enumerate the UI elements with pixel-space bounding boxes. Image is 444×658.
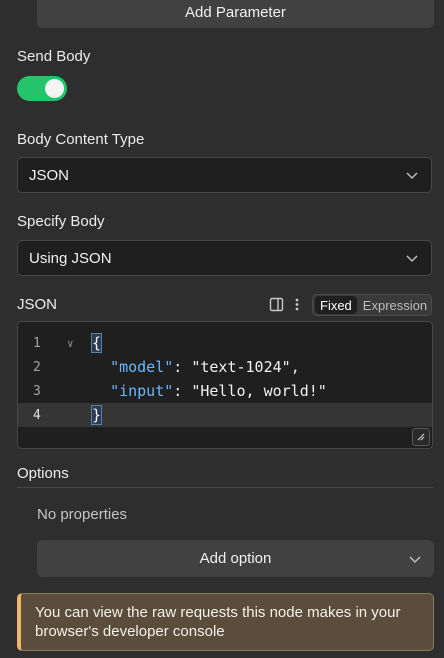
line-number: 1 xyxy=(33,335,41,351)
code-text: "input": "Hello, world!" xyxy=(110,382,327,400)
body-content-type-label: Body Content Type xyxy=(17,131,145,148)
add-option-button[interactable]: Add option xyxy=(37,540,434,577)
body-content-type-value: JSON xyxy=(29,166,70,184)
json-value: "Hello, world!" xyxy=(191,382,327,400)
send-body-label: Send Body xyxy=(17,48,91,65)
toggle-knob xyxy=(45,79,64,98)
chevron-down-icon xyxy=(406,255,418,263)
options-label: Options xyxy=(17,465,69,482)
open-brace: { xyxy=(90,333,103,353)
code-text: } xyxy=(90,405,103,425)
resize-handle-icon[interactable] xyxy=(412,428,430,446)
specify-body-value: Using JSON xyxy=(29,249,112,267)
close-brace: } xyxy=(90,405,103,425)
code-line: 2 "model": "text-1024", xyxy=(18,355,432,379)
options-divider xyxy=(17,487,433,488)
line-number: 4 xyxy=(33,407,41,423)
fold-chevron-icon[interactable]: ∨ xyxy=(67,337,74,350)
add-parameter-label: Add Parameter xyxy=(185,3,286,21)
code-line-active: 4 } xyxy=(18,403,432,427)
json-key: "model" xyxy=(110,358,174,376)
code-line: 3 "input": "Hello, world!" xyxy=(18,379,432,403)
line-number: 2 xyxy=(33,359,41,375)
info-callout: You can view the raw requests this node … xyxy=(17,593,434,651)
code-line: 1 ∨ { xyxy=(18,331,432,355)
info-callout-text: You can view the raw requests this node … xyxy=(35,604,401,640)
body-content-type-select[interactable]: JSON xyxy=(17,157,432,193)
specify-body-select[interactable]: Using JSON xyxy=(17,240,432,276)
chevron-down-icon xyxy=(406,172,418,180)
specify-body-label: Specify Body xyxy=(17,213,105,230)
line-number: 3 xyxy=(33,383,41,399)
chevron-down-icon xyxy=(409,556,421,564)
send-body-toggle[interactable] xyxy=(17,76,67,101)
no-properties-text: No properties xyxy=(37,506,128,523)
json-key: "input" xyxy=(110,382,174,400)
more-vertical-icon[interactable] xyxy=(294,297,300,312)
mode-expression-tab[interactable]: Expression xyxy=(357,298,427,313)
code-text: "model": "text-1024", xyxy=(110,358,300,376)
add-parameter-button[interactable]: Add Parameter xyxy=(37,0,434,28)
json-value: "text-1024" xyxy=(191,358,291,376)
panel-toggle-icon[interactable] xyxy=(269,297,284,312)
mode-fixed-tab[interactable]: Fixed xyxy=(315,296,357,314)
json-code-editor[interactable]: 1 ∨ { 2 "model": "text-1024", 3 "input":… xyxy=(17,321,433,449)
fixed-expression-toggle: Fixed Expression xyxy=(312,294,432,316)
code-text: { xyxy=(90,333,103,353)
json-label: JSON xyxy=(17,296,58,313)
add-option-label: Add option xyxy=(199,550,272,567)
